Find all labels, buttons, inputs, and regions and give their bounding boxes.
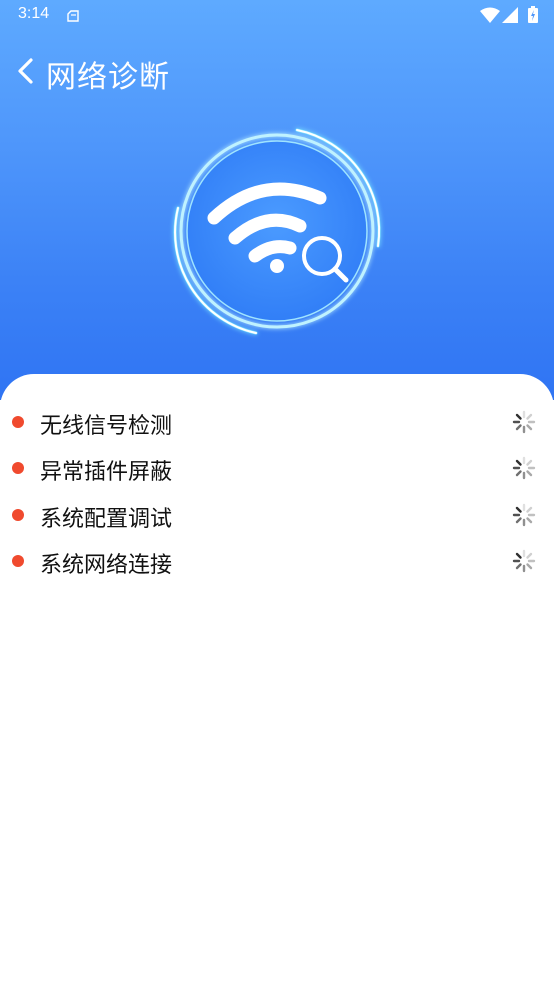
item-label: 系统网络连接 bbox=[40, 553, 173, 578]
wifi-icon bbox=[480, 7, 500, 27]
chevron-left-icon bbox=[18, 58, 33, 84]
status-bar: 3:14 bbox=[0, 0, 554, 30]
page-title: 网络诊断 bbox=[46, 60, 170, 95]
loading-spinner-icon bbox=[512, 410, 536, 438]
title-bar: 网络诊断 bbox=[0, 48, 554, 95]
list-item: 系统配置调试 bbox=[0, 493, 554, 539]
list-item: 系统网络连接 bbox=[0, 539, 554, 585]
loading-spinner-icon bbox=[512, 456, 536, 484]
bullet-dot bbox=[12, 555, 24, 567]
diagnostic-sheet: 无线信号检测 异常插件屏蔽 系统配置调试 系统网络连接 bbox=[0, 374, 554, 984]
item-label: 无线信号检测 bbox=[40, 414, 173, 439]
cell-signal-icon bbox=[502, 7, 518, 27]
wifi-search-hero bbox=[162, 118, 392, 348]
item-label: 异常插件屏蔽 bbox=[40, 460, 173, 485]
list-item: 异常插件屏蔽 bbox=[0, 446, 554, 492]
wifi-search-icon bbox=[173, 128, 381, 335]
bullet-dot bbox=[12, 416, 24, 428]
list-item: 无线信号检测 bbox=[0, 400, 554, 446]
item-label: 系统配置调试 bbox=[40, 507, 173, 532]
loading-spinner-icon bbox=[512, 503, 536, 531]
back-button[interactable] bbox=[12, 54, 42, 88]
bullet-dot bbox=[12, 509, 24, 521]
loading-spinner-icon bbox=[512, 549, 536, 577]
battery-icon bbox=[528, 6, 538, 27]
notification-icon bbox=[66, 8, 80, 27]
bullet-dot bbox=[12, 462, 24, 474]
status-time: 3:14 bbox=[18, 5, 50, 22]
